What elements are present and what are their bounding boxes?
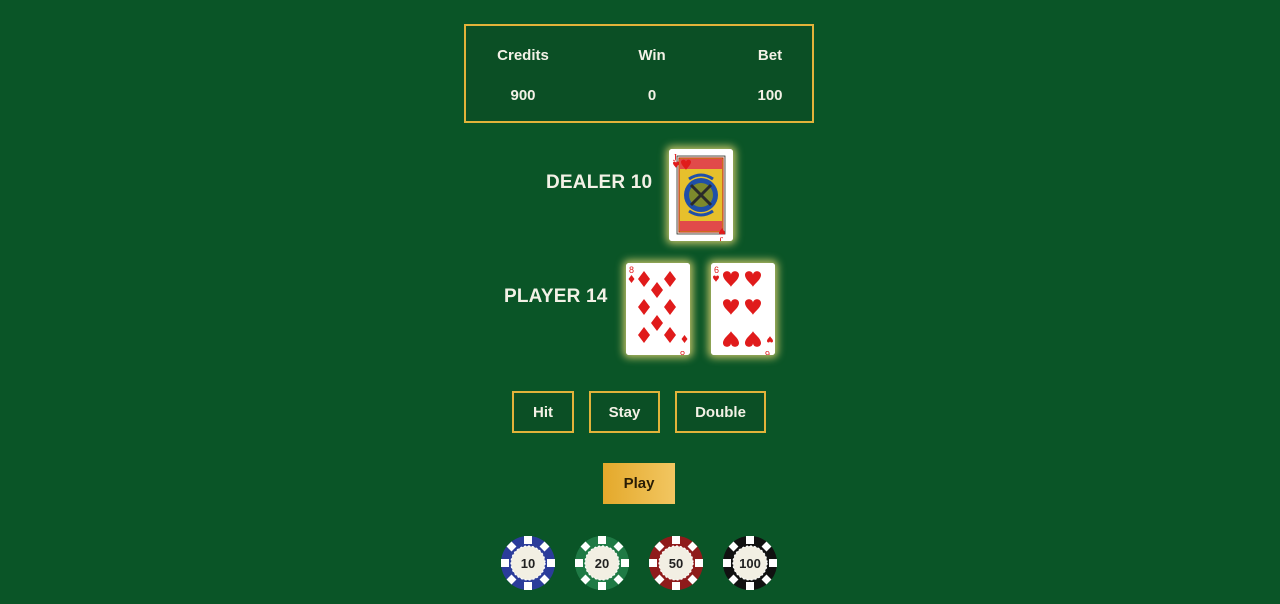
- svg-text:6: 6: [714, 265, 719, 275]
- bet-label: Bet: [757, 47, 783, 64]
- svg-text:6: 6: [765, 349, 770, 355]
- stay-button[interactable]: Stay: [589, 391, 660, 433]
- chip-100[interactable]: 100: [723, 536, 777, 590]
- bet-value: 100: [757, 87, 783, 104]
- chip-10-label: 10: [520, 555, 536, 571]
- six-of-hearts-face: 6 6: [711, 263, 775, 355]
- player-card-6-hearts: 6 6: [711, 263, 775, 355]
- hit-button[interactable]: Hit: [512, 391, 574, 433]
- jack-of-hearts-face: J J: [669, 149, 733, 241]
- svg-text:8: 8: [680, 349, 685, 355]
- chip-20-label: 20: [594, 555, 610, 571]
- scoreboard: Credits 900 Win 0 Bet 100: [464, 24, 814, 123]
- dealer-card-jack-hearts: J J: [669, 149, 733, 241]
- chip-20[interactable]: 20: [575, 536, 629, 590]
- player-score-label: PLAYER 14: [504, 286, 608, 307]
- play-button[interactable]: Play: [603, 463, 675, 504]
- win-label: Win: [638, 47, 666, 64]
- chip-100-label: 100: [739, 555, 761, 571]
- chip-10[interactable]: 10: [501, 536, 555, 590]
- chip-50-label: 50: [668, 555, 684, 571]
- chip-50[interactable]: 50: [649, 536, 703, 590]
- player-card-8-diamonds: 8 8: [626, 263, 690, 355]
- dealer-score-label: DEALER 10: [546, 172, 653, 193]
- svg-text:J: J: [719, 234, 723, 241]
- double-button[interactable]: Double: [675, 391, 766, 433]
- win-value: 0: [647, 87, 657, 104]
- svg-text:8: 8: [629, 265, 634, 275]
- credits-label: Credits: [497, 47, 549, 64]
- credits-value: 900: [510, 87, 536, 104]
- blackjack-table: Credits 900 Win 0 Bet 100 DEALER 10 J J …: [0, 0, 1280, 604]
- eight-of-diamonds-face: 8 8: [626, 263, 690, 355]
